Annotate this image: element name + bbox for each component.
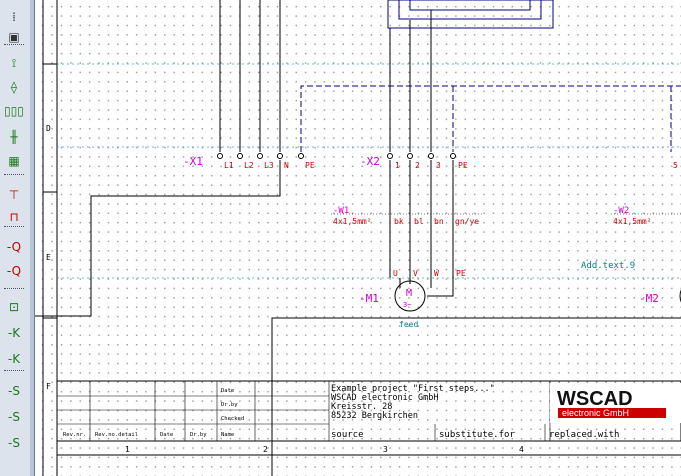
column-label: 3 (383, 445, 388, 454)
logo-subtext: electronic GmbH (562, 408, 629, 418)
cable-tag-w2: -W2 (613, 206, 629, 216)
terminal-x2-pin: 3 (436, 161, 441, 170)
cable-core-label: bk (394, 217, 404, 226)
motor-terminal-label: V (413, 269, 418, 278)
terminal-x1-point (298, 153, 304, 159)
contact-s2-icon[interactable]: -S (3, 406, 25, 428)
title-bottom-field: source (331, 430, 364, 440)
title-header: Dr.by (190, 432, 207, 438)
triple-coil-icon[interactable]: ▯▯▯ (3, 100, 25, 122)
terminal-x1-pin: PE (305, 161, 315, 170)
fuse-icon[interactable]: ⊓ (3, 206, 25, 228)
contact-q2-icon[interactable]: -Q (3, 260, 25, 282)
toolbar-separator (4, 288, 24, 289)
terminal-x2-pin: 2 (415, 161, 420, 170)
toolbar-separator (4, 44, 24, 45)
terminal-x1-point (217, 153, 223, 159)
schematic-canvas[interactable]: D E F L1 L2 L3 N PE 1 2 3 PE -X1 -X2 5 -W1 4x1,… (35, 0, 681, 476)
red-component-icon[interactable]: ⊤ (3, 184, 25, 206)
cable-core-label: bn (434, 217, 444, 226)
terminal-block-icon[interactable]: ▦ (3, 150, 25, 172)
terminal-tag-x2: -X2 (360, 155, 380, 168)
schematic-drawing: D E F L1 L2 L3 N PE 1 2 3 PE -X1 -X2 5 -W1 4x1,… (35, 0, 681, 476)
lamp-icon[interactable]: ⊡ (3, 296, 25, 318)
cable-spec-w2: 4x1,5mm² (613, 217, 652, 226)
terminal-x1-point (277, 153, 283, 159)
motor-terminal-label: W (434, 269, 439, 278)
contact-k-icon[interactable]: -K (3, 322, 25, 344)
dotted-grid-icon[interactable]: ⁞ (3, 6, 25, 28)
logo-text: WSCAD (557, 388, 633, 410)
annotation-text: Add.text.9 (581, 261, 635, 271)
single-switch-icon[interactable]: ╫ (3, 126, 25, 148)
terminal-x1-pin: N (284, 161, 289, 170)
terminal-x2-point (407, 153, 413, 159)
relay-contacts-icon[interactable]: ⟠ (3, 76, 25, 98)
cable-spec-w1: 4x1,5mm² (333, 217, 372, 226)
cable-core-label: gn/ye (455, 217, 479, 226)
terminal-x2-point (387, 153, 393, 159)
terminal-x1-point (237, 153, 243, 159)
toolbar-separator (4, 174, 24, 175)
title-field: Date (221, 388, 234, 394)
terminal-x2-point (428, 153, 434, 159)
motor-terminal-label: U (393, 269, 398, 278)
cable-core-label: bl (414, 217, 424, 226)
column-label: 2 (263, 445, 268, 454)
terminal-x1-pin: L1 (224, 161, 234, 170)
motor-tag-m2: -M2 (639, 292, 659, 305)
terminal-tag-x1: -X1 (183, 155, 203, 168)
motor-m1-note: feed (399, 320, 418, 329)
cable-tag-w1: -W1 (333, 206, 349, 216)
terminal-x1-pin: L3 (264, 161, 274, 170)
title-header: Name (221, 432, 234, 438)
terminal-x1-pin: L2 (244, 161, 254, 170)
multi-switch-icon[interactable]: ⟟ (3, 52, 25, 74)
project-line: 85232 Bergkirchen (331, 411, 418, 421)
row-label-d: D (46, 124, 51, 133)
motor-tag-m1: -M1 (359, 292, 379, 305)
contact-s-icon[interactable]: -S (3, 380, 25, 402)
title-bottom-field: replaced.with (549, 430, 619, 440)
terminal-next-pin: 5 (673, 161, 678, 170)
title-field: Checked (221, 416, 244, 422)
terminal-x2-point (450, 153, 456, 159)
motor-terminal-label: PE (456, 269, 466, 278)
toolbar-separator (4, 226, 24, 227)
title-header: Date (160, 432, 173, 438)
row-label-f: F (46, 382, 51, 391)
contact-s3-icon[interactable]: -S (3, 432, 25, 454)
motor-m1-letter: M (406, 288, 412, 299)
title-field: Dr.by (221, 402, 238, 408)
motor-m1-spec: 3~ (403, 301, 411, 309)
terminal-x2-pin: 1 (395, 161, 400, 170)
contact-k2-icon[interactable]: -K (3, 348, 25, 370)
column-label: 1 (125, 445, 130, 454)
title-bottom-field: substitute.for (439, 430, 515, 440)
toolbar-separator (4, 370, 24, 371)
terminal-x1-point (257, 153, 263, 159)
terminal-x2-pin: PE (458, 161, 468, 170)
title-header: Rev.nr. (63, 432, 86, 438)
title-header: Rev.no.detail (95, 432, 138, 438)
row-label-e: E (46, 253, 51, 262)
contact-q-icon[interactable]: -Q (3, 236, 25, 258)
column-label: 4 (519, 445, 524, 454)
component-toolbar: ⁞ ▣ ⟟ ⟠ ▯▯▯ ╫ ▦ ⊤ ⊓ -Q -Q ⊡ -K -K -S -S -S (0, 0, 31, 476)
